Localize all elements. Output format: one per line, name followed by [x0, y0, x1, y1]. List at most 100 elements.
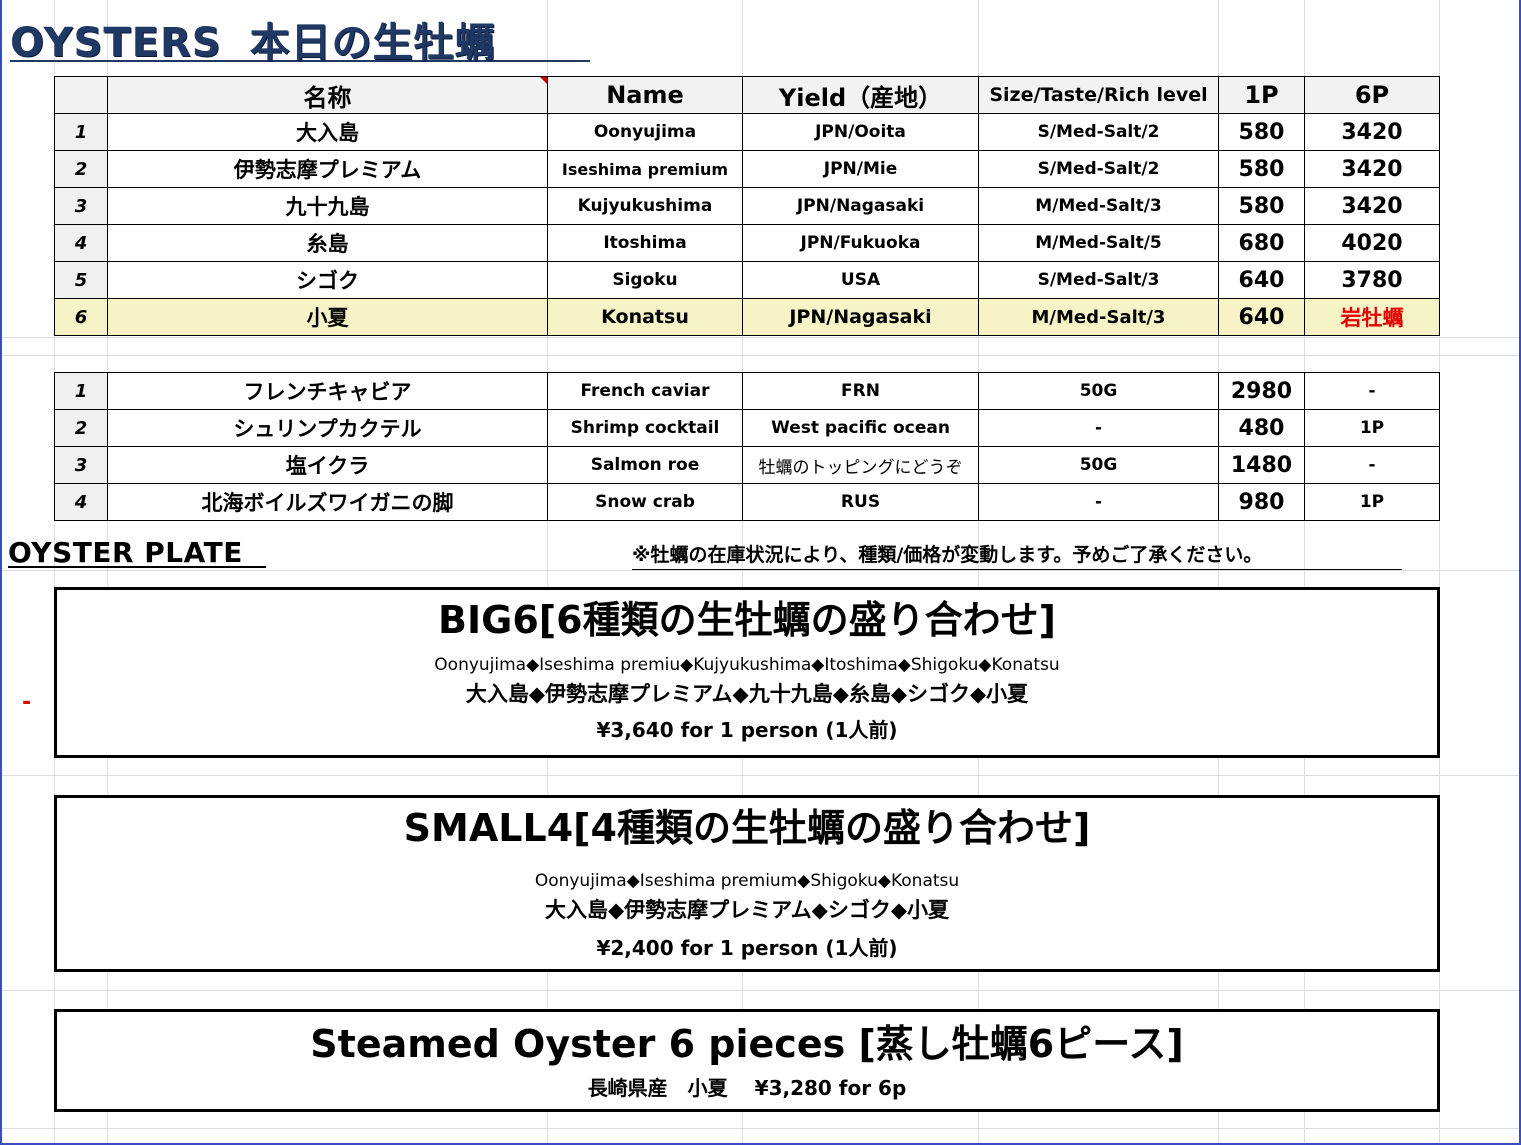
jp-name-cell[interactable]: 大入島	[107, 113, 548, 151]
name-cell[interactable]: Kujyukushima	[547, 187, 743, 225]
jp-name-cell[interactable]: 北海ボイルズワイガニの脚	[107, 483, 548, 521]
size-cell[interactable]: S/Med-Salt/3	[978, 261, 1219, 299]
name-cell[interactable]: Oonyujima	[547, 113, 743, 151]
size-cell[interactable]: S/Med-Salt/2	[978, 113, 1219, 151]
price-1p-cell[interactable]: 580	[1218, 150, 1305, 188]
name-cell[interactable]: Snow crab	[547, 483, 743, 521]
size-cell[interactable]: M/Med-Salt/5	[978, 224, 1219, 262]
size-cell[interactable]: -	[978, 409, 1219, 447]
yield-cell[interactable]: RUS	[742, 483, 979, 521]
row-number-cell[interactable]: 1	[54, 113, 108, 151]
oyster-table: 名称 Name Yield（産地） Size/Taste/Rich level …	[54, 76, 1440, 336]
price-6p-cell[interactable]: 4020	[1304, 224, 1440, 262]
plate-title: SMALL4[4種類の生牡蠣の盛り合わせ]	[403, 806, 1091, 850]
name-cell[interactable]: Iseshima premium	[547, 150, 743, 188]
plate-box-big6[interactable]: BIG6[6種類の生牡蠣の盛り合わせ] Oonyujima◆Iseshima p…	[54, 587, 1440, 758]
size-cell[interactable]: -	[978, 483, 1219, 521]
price-6p-cell[interactable]: -	[1304, 446, 1440, 484]
yield-cell[interactable]: JPN/Mie	[742, 150, 979, 188]
jp-name-cell[interactable]: 九十九島	[107, 187, 548, 225]
jp-name-cell[interactable]: 小夏	[107, 298, 548, 336]
size-cell[interactable]: M/Med-Salt/3	[978, 298, 1219, 336]
row-number-cell[interactable]: 4	[54, 224, 108, 262]
row-number-cell[interactable]: 6	[54, 298, 108, 336]
header-label: Yield（産地）	[778, 83, 943, 112]
oyster-plate-heading: OYSTER PLATE	[8, 536, 243, 569]
price-1p-cell[interactable]: 480	[1218, 409, 1305, 447]
size-cell[interactable]: 50G	[978, 446, 1219, 484]
size-cell[interactable]: 50G	[978, 372, 1219, 410]
yield-cell[interactable]: JPN/Nagasaki	[742, 187, 979, 225]
jp-name-cell[interactable]: 糸島	[107, 224, 548, 262]
price-1p-cell[interactable]: 640	[1218, 298, 1305, 336]
table-row: 3 九十九島 Kujyukushima JPN/Nagasaki M/Med-S…	[54, 187, 1440, 225]
page-title: OYSTERS 本日の生牡蠣	[10, 10, 590, 66]
title-en: OYSTERS	[10, 20, 222, 66]
price-6p-cell[interactable]: 3420	[1304, 113, 1440, 151]
plate-box-steamed[interactable]: Steamed Oyster 6 pieces [蒸し牡蠣6ピース] 長崎県産 …	[54, 1009, 1440, 1112]
jp-name-cell[interactable]: 塩イクラ	[107, 446, 548, 484]
yield-cell[interactable]: 牡蠣のトッピングにどうぞ	[742, 446, 979, 484]
stray-mark: -	[22, 690, 32, 715]
price-6p-cell[interactable]: 3420	[1304, 187, 1440, 225]
header-cell[interactable]	[54, 76, 108, 114]
price-6p-cell[interactable]: 岩牡蠣	[1304, 298, 1440, 336]
yield-cell[interactable]: JPN/Fukuoka	[742, 224, 979, 262]
price-6p-cell[interactable]: 3780	[1304, 261, 1440, 299]
name-cell[interactable]: Konatsu	[547, 298, 743, 336]
header-cell[interactable]: 名称	[107, 76, 548, 114]
size-cell[interactable]: M/Med-Salt/3	[978, 187, 1219, 225]
yield-cell[interactable]: JPN/Ooita	[742, 113, 979, 151]
price-1p-cell[interactable]: 640	[1218, 261, 1305, 299]
size-cell[interactable]: S/Med-Salt/2	[978, 150, 1219, 188]
table-row: 4 糸島 Itoshima JPN/Fukuoka M/Med-Salt/5 6…	[54, 224, 1440, 262]
header-cell[interactable]: 6P	[1304, 76, 1440, 114]
price-6p-cell[interactable]: -	[1304, 372, 1440, 410]
price-1p-cell[interactable]: 2980	[1218, 372, 1305, 410]
header-cell[interactable]: Size/Taste/Rich level	[978, 76, 1219, 114]
row-number-cell[interactable]: 1	[54, 372, 108, 410]
price-1p-cell[interactable]: 580	[1218, 113, 1305, 151]
yield-cell[interactable]: FRN	[742, 372, 979, 410]
row-number-cell[interactable]: 5	[54, 261, 108, 299]
table-row: 1 大入島 Oonyujima JPN/Ooita S/Med-Salt/2 5…	[54, 113, 1440, 151]
header-label: Size/Taste/Rich level	[989, 84, 1208, 106]
header-cell[interactable]: 1P	[1218, 76, 1305, 114]
jp-name-cell[interactable]: 伊勢志摩プレミアム	[107, 150, 548, 188]
header-cell[interactable]: Yield（産地）	[742, 76, 979, 114]
row-number-cell[interactable]: 2	[54, 150, 108, 188]
name-cell[interactable]: Itoshima	[547, 224, 743, 262]
table-row: 2 伊勢志摩プレミアム Iseshima premium JPN/Mie S/M…	[54, 150, 1440, 188]
row-number-cell[interactable]: 3	[54, 187, 108, 225]
extras-table: 1 フレンチキャビア French caviar FRN 50G 2980 - …	[54, 372, 1440, 521]
plate-en-list: Oonyujima◆Iseshima premiu◆Kujyukushima◆I…	[434, 655, 1060, 675]
price-1p-cell[interactable]: 580	[1218, 187, 1305, 225]
name-cell[interactable]: Shrimp cocktail	[547, 409, 743, 447]
price-6p-cell[interactable]: 1P	[1304, 409, 1440, 447]
name-cell[interactable]: French caviar	[547, 372, 743, 410]
row-number-cell[interactable]: 3	[54, 446, 108, 484]
name-cell[interactable]: Salmon roe	[547, 446, 743, 484]
jp-name-cell[interactable]: シュリンプカクテル	[107, 409, 548, 447]
plate-box-small4[interactable]: SMALL4[4種類の生牡蠣の盛り合わせ] Oonyujima◆Iseshima…	[54, 795, 1440, 972]
table-row: 2 シュリンプカクテル Shrimp cocktail West pacific…	[54, 409, 1440, 447]
jp-name-cell[interactable]: フレンチキャビア	[107, 372, 548, 410]
plate-en-list: Oonyujima◆Iseshima premium◆Shigoku◆Konat…	[534, 871, 960, 891]
price-6p-cell[interactable]: 1P	[1304, 483, 1440, 521]
title-jp: 本日の生牡蠣	[249, 20, 496, 66]
price-1p-cell[interactable]: 1480	[1218, 446, 1305, 484]
price-6p-cell[interactable]: 3420	[1304, 150, 1440, 188]
yield-cell[interactable]: JPN/Nagasaki	[742, 298, 979, 336]
name-cell[interactable]: Sigoku	[547, 261, 743, 299]
yield-cell[interactable]: USA	[742, 261, 979, 299]
yield-cell[interactable]: West pacific ocean	[742, 409, 979, 447]
price-1p-cell[interactable]: 980	[1218, 483, 1305, 521]
header-label: 名称	[303, 83, 352, 112]
price-1p-cell[interactable]: 680	[1218, 224, 1305, 262]
jp-name-cell[interactable]: シゴク	[107, 261, 548, 299]
row-number-cell[interactable]: 2	[54, 409, 108, 447]
header-cell[interactable]: Name	[547, 76, 743, 114]
row-number-cell[interactable]: 4	[54, 483, 108, 521]
plate-title: Steamed Oyster 6 pieces [蒸し牡蠣6ピース]	[310, 1022, 1184, 1066]
grid-line	[0, 337, 1521, 338]
